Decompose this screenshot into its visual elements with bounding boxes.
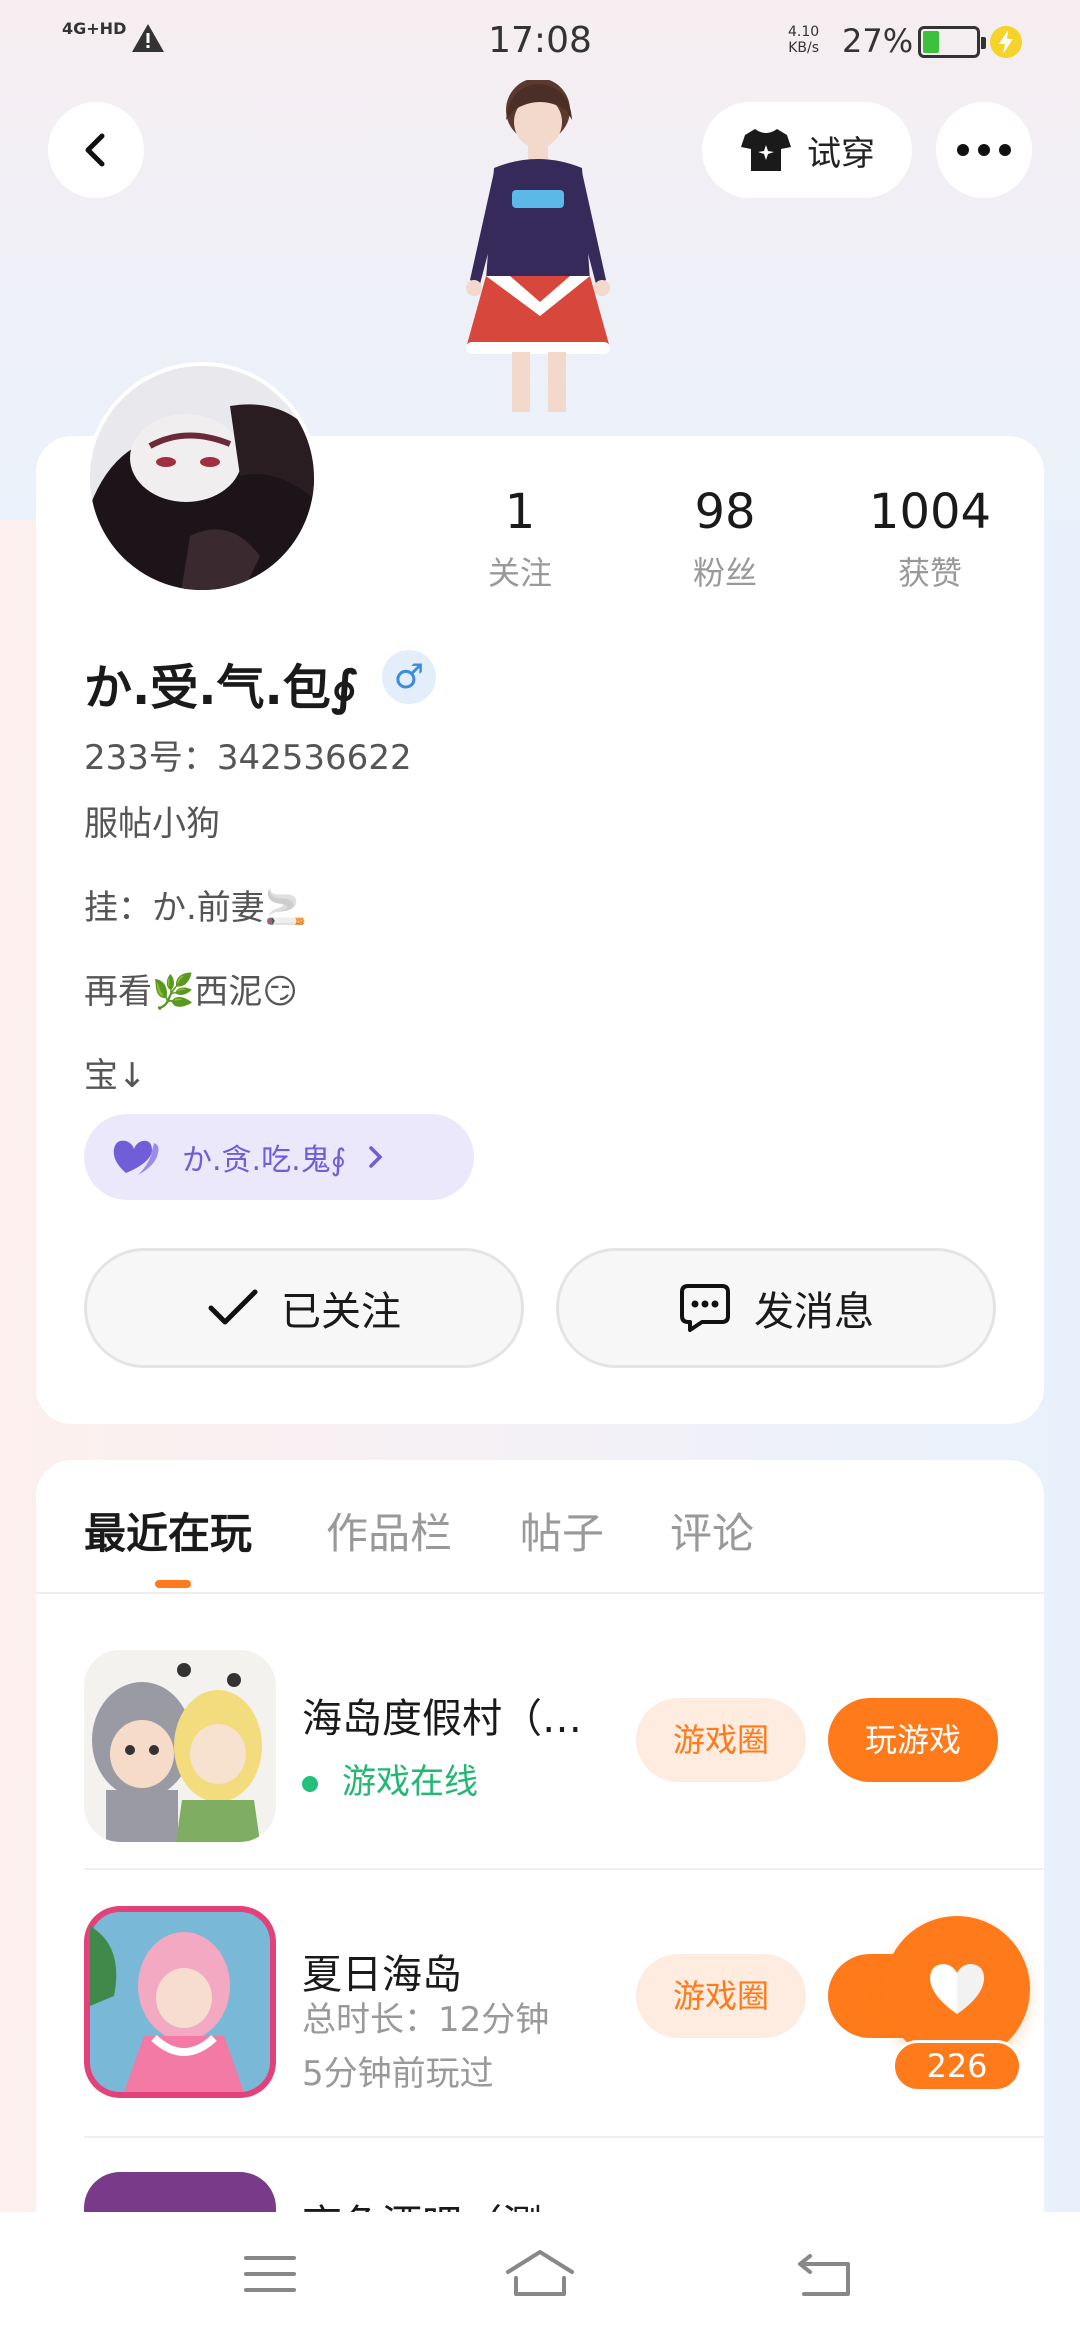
active-tab-indicator [155, 1580, 191, 1588]
game-duration: 总时长：12分钟 [302, 2000, 550, 2040]
stat-label: 粉丝 [692, 554, 757, 592]
battery-percent: 27% [842, 22, 914, 60]
profile-stats: 1 关注 98 粉丝 1004 获赞 [430, 484, 1040, 594]
send-message-label: 发消息 [754, 1289, 874, 1335]
bio-line: 服帖小狗 [84, 804, 220, 844]
game-thumbnail[interactable] [84, 1650, 276, 1842]
try-on-label: 试穿 [807, 133, 875, 174]
divider [36, 1592, 1044, 1594]
back-nav-icon[interactable] [796, 2252, 854, 2298]
game-title: 夜色酒吧（测 [302, 2192, 542, 2212]
tab-works[interactable]: 作品栏 [326, 1500, 452, 1561]
heart-icon [930, 1964, 984, 2014]
game-row[interactable]: 夜色酒吧（测 [84, 2172, 1044, 2212]
tab-posts[interactable]: 帖子 [520, 1500, 604, 1561]
game-row[interactable]: 海岛度假村（… 游戏在线 游戏圈 玩游戏 [84, 1650, 1044, 1850]
home-icon[interactable] [504, 2248, 576, 2298]
stat-number: 98 [694, 484, 756, 540]
stat-label: 关注 [487, 554, 552, 592]
send-message-button[interactable]: 发消息 [556, 1248, 996, 1368]
online-label: 游戏在线 [342, 1762, 478, 1802]
shirt-icon [741, 129, 791, 171]
game-title: 海岛度假村（… [302, 1696, 582, 1742]
game-online-status: 游戏在线 [302, 1754, 478, 1803]
stat-number: 1004 [868, 484, 992, 540]
stat-following[interactable]: 1 关注 [430, 484, 610, 594]
game-circle-button[interactable]: 游戏圈 [636, 1698, 806, 1782]
more-dots-icon [957, 144, 1011, 156]
try-on-button[interactable]: 试穿 [702, 102, 912, 198]
double-heart-icon [113, 1140, 159, 1175]
chat-bubble-icon [680, 1284, 730, 1332]
more-button[interactable] [936, 102, 1032, 198]
couple-name: か.贪.吃.鬼∮ [182, 1143, 347, 1178]
game-thumbnail[interactable] [84, 2172, 276, 2212]
gender-male-icon: ♂ [382, 650, 436, 704]
avatar[interactable] [86, 362, 318, 594]
followed-label: 已关注 [281, 1289, 401, 1335]
couple-badge[interactable]: か.贪.吃.鬼∮ [84, 1114, 474, 1200]
charging-icon [990, 26, 1022, 58]
stat-fans[interactable]: 98 粉丝 [635, 484, 815, 594]
nickname: か.受.气.包∮ [84, 660, 358, 716]
bio-line: 挂：か.前妻🚬 [84, 888, 308, 928]
game-last-played: 5分钟前玩过 [302, 2054, 494, 2094]
like-count: 226 [892, 2040, 1022, 2092]
check-icon [208, 1289, 258, 1325]
divider [84, 2136, 1044, 2138]
bio-line: 再看🌿西泥😏 [84, 972, 298, 1012]
stat-label: 获赞 [897, 554, 962, 592]
back-button[interactable] [48, 102, 144, 198]
chevron-right-icon [369, 1146, 383, 1168]
chevron-left-icon [85, 133, 105, 167]
tab-comments[interactable]: 评论 [670, 1500, 754, 1561]
game-image [84, 1650, 276, 1842]
stat-likes[interactable]: 1004 获赞 [840, 484, 1020, 594]
user-id[interactable]: 233号：342536622 [84, 730, 412, 779]
speed-unit: KB/s [788, 40, 819, 56]
game-image [84, 1906, 276, 2098]
status-bar: 4G+HD 17:08 4.10 KB/s 27% [0, 0, 1080, 80]
play-game-button[interactable]: 玩游戏 [828, 1698, 998, 1782]
character-avatar-3d[interactable] [420, 80, 660, 440]
stat-number: 1 [504, 484, 536, 540]
online-dot [302, 1775, 318, 1792]
system-nav-bar [0, 2212, 1080, 2340]
game-thumbnail[interactable] [84, 1906, 276, 2098]
avatar-image [90, 366, 314, 590]
game-circle-button[interactable]: 游戏圈 [636, 1954, 806, 2038]
followed-button[interactable]: 已关注 [84, 1248, 524, 1368]
battery-icon [918, 26, 986, 58]
divider [84, 1868, 1044, 1870]
speed-value: 4.10 [788, 24, 820, 40]
tab-recently-played[interactable]: 最近在玩 [84, 1500, 252, 1561]
bio-line: 宝↓ [84, 1056, 147, 1096]
menu-icon[interactable] [244, 2252, 296, 2296]
network-speed: 4.10 KB/s [788, 24, 819, 56]
